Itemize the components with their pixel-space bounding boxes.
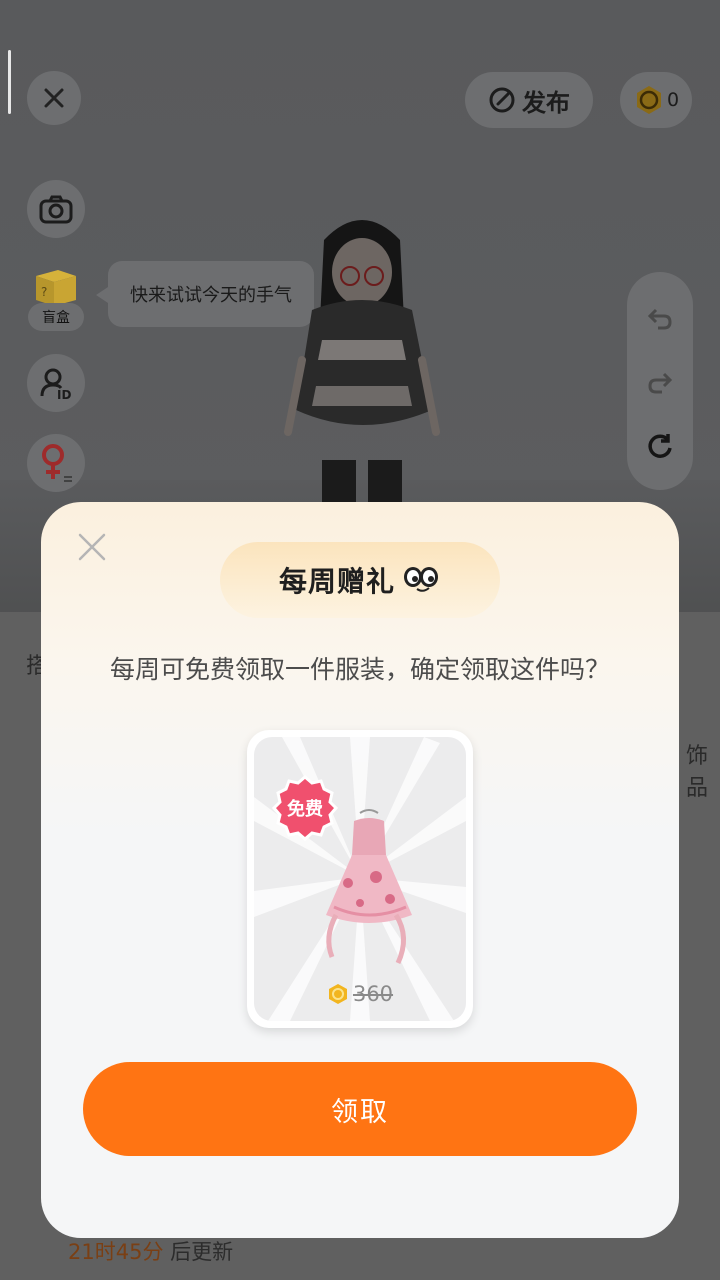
- blindbox-label: 盲盒: [28, 303, 84, 331]
- edit-history-panel: [627, 272, 693, 490]
- close-icon: [44, 88, 64, 108]
- free-badge-label: 免费: [287, 799, 323, 820]
- dialog-title: 每周赠礼: [278, 565, 395, 598]
- avatar-id-button[interactable]: ID: [27, 354, 85, 412]
- update-timer-suffix: 后更新: [163, 1240, 234, 1264]
- undo-icon[interactable]: [646, 304, 674, 332]
- svg-text:ID: ID: [57, 388, 71, 400]
- blindbox-icon: ?: [36, 270, 76, 306]
- scroll-indicator: [8, 50, 11, 114]
- blindbox-button[interactable]: ?: [30, 262, 80, 308]
- user-id-icon: ID: [40, 368, 71, 400]
- claim-button[interactable]: 领取: [83, 1062, 637, 1156]
- dialog-close-icon[interactable]: [77, 532, 107, 562]
- background-tab-accessories: 饰品: [686, 744, 709, 801]
- redo-icon[interactable]: [646, 368, 674, 396]
- original-price: 360: [247, 982, 473, 1006]
- publish-button[interactable]: 发布: [465, 72, 593, 128]
- gender-switch-button[interactable]: [27, 434, 85, 492]
- dialog-description: 每周可免费领取一件服装，确定领取这件吗？: [109, 655, 610, 684]
- eyes-emoji-icon: [404, 567, 438, 592]
- original-price-value: 360: [352, 982, 394, 1006]
- reset-icon[interactable]: [646, 432, 674, 460]
- gift-item-card[interactable]: 免费 360: [247, 730, 473, 1028]
- close-button[interactable]: [27, 71, 81, 125]
- camera-icon: [39, 195, 73, 224]
- avatar-character: [284, 220, 440, 504]
- publish-label: 发布: [522, 88, 570, 117]
- update-timer: 21时45分 后更新: [68, 1236, 233, 1266]
- update-timer-time: 21时45分: [68, 1240, 164, 1264]
- gift-item-preview: 免费: [254, 737, 466, 1021]
- camera-button[interactable]: [27, 180, 85, 238]
- coin-balance[interactable]: 0: [620, 72, 692, 128]
- dialog-title-banner: 每周赠礼: [220, 542, 500, 618]
- coin-count: 0: [666, 89, 680, 111]
- female-symbol-icon: [42, 444, 72, 482]
- weekly-gift-dialog: 每周赠礼 每周可免费领取一件服装，确定领取这件吗？ 免费 360 领取: [41, 502, 679, 1238]
- publish-icon: [489, 87, 515, 113]
- coin-icon: [328, 984, 347, 1004]
- svg-text:?: ?: [41, 285, 47, 299]
- tip-text: 快来试试今天的手气: [130, 285, 292, 306]
- coin-icon: [636, 86, 661, 114]
